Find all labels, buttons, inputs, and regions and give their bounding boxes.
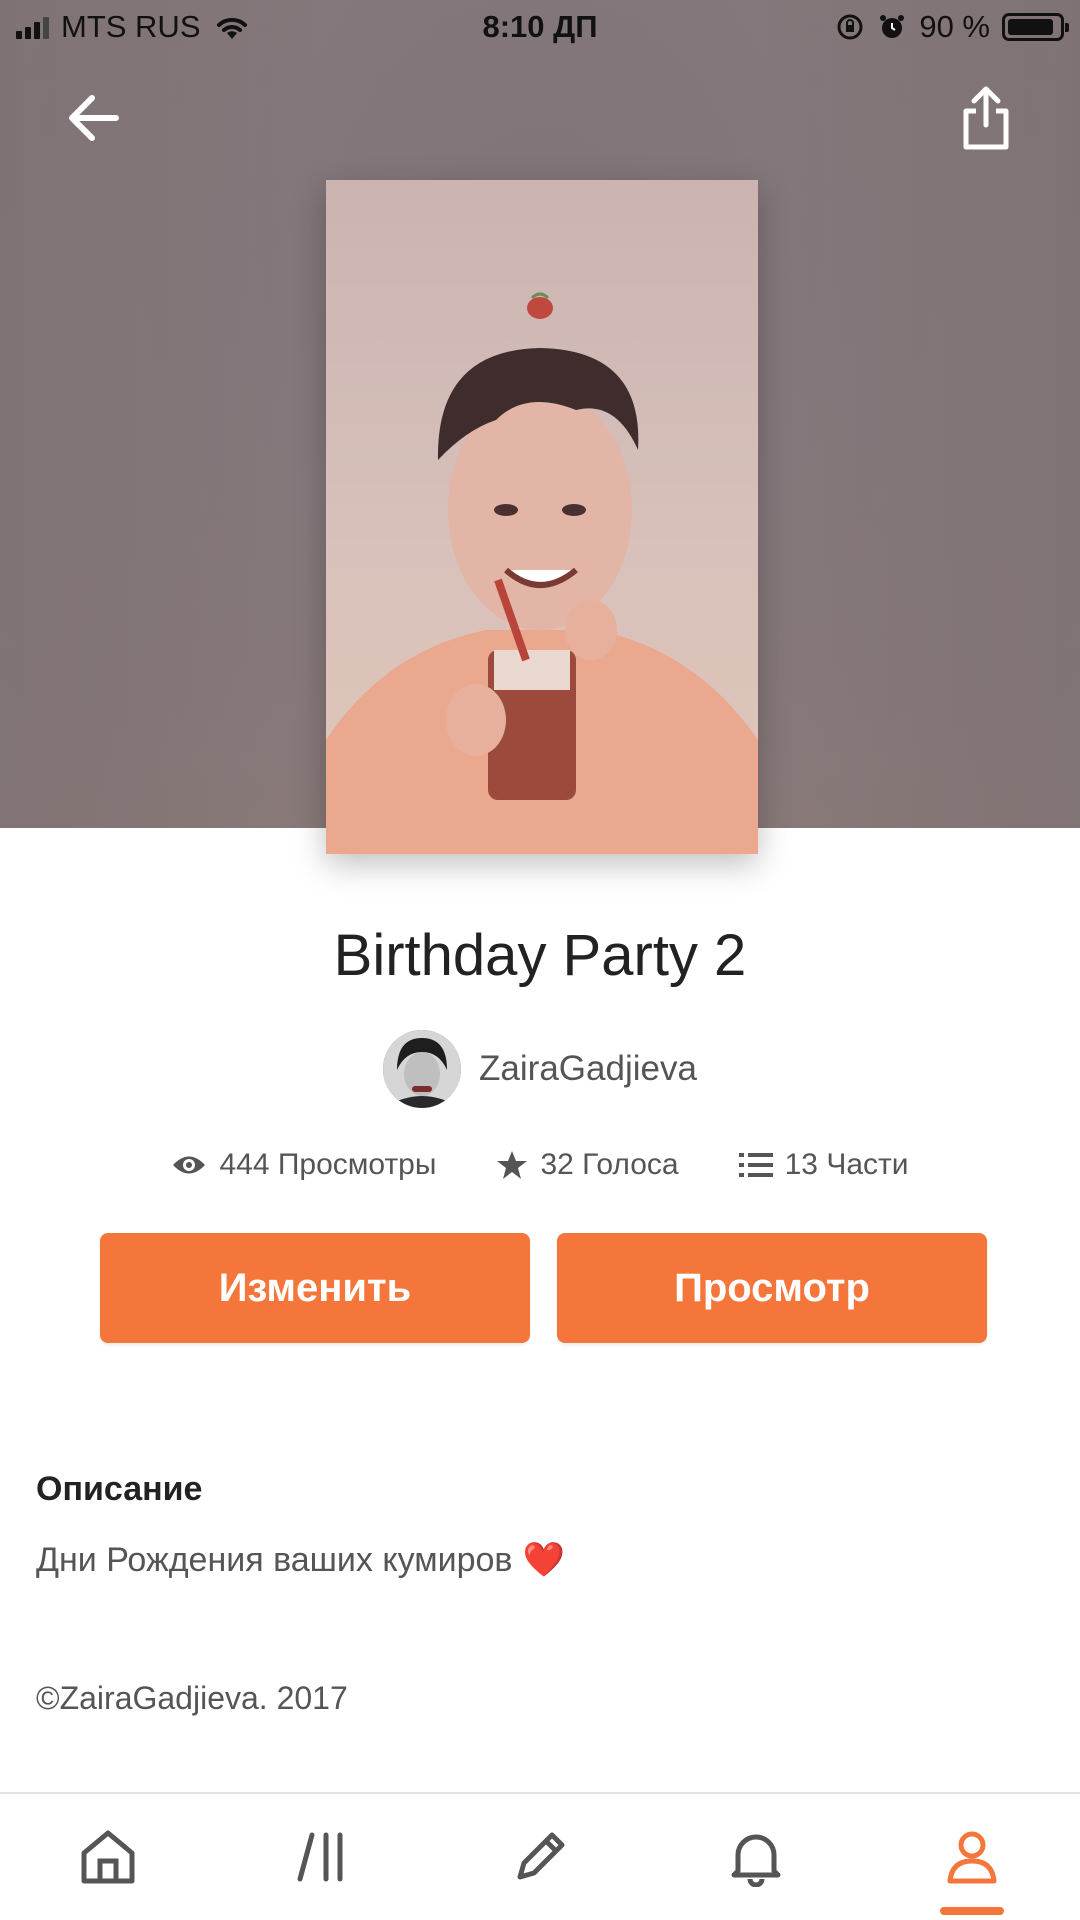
rotation-lock-icon xyxy=(837,14,863,40)
list-icon xyxy=(738,1153,773,1177)
eye-icon xyxy=(173,1156,206,1174)
story-stats: 444 Просмотры 32 Голоса 13 Части xyxy=(0,1148,1080,1182)
bell-icon xyxy=(731,1834,781,1887)
edit-button[interactable]: Изменить xyxy=(100,1233,530,1343)
description-heading: Описание xyxy=(36,1470,203,1508)
home-icon xyxy=(81,1830,135,1884)
signal-icon xyxy=(16,15,49,39)
avatar[interactable] xyxy=(383,1030,462,1108)
tab-library[interactable] xyxy=(264,1807,384,1907)
view-button[interactable]: Просмотр xyxy=(557,1233,987,1343)
active-tab-indicator xyxy=(940,1907,1004,1915)
views-count: 444 Просмотры xyxy=(219,1148,437,1181)
heart-emoji: ❤️ xyxy=(522,1541,565,1579)
carrier-label: MTS RUS xyxy=(61,9,201,44)
tab-write[interactable] xyxy=(480,1807,600,1907)
write-icon xyxy=(517,1832,565,1880)
story-title: Birthday Party 2 xyxy=(333,923,747,988)
story-cover[interactable] xyxy=(326,180,758,854)
bottom-tab-bar xyxy=(0,1792,1080,1920)
share-button[interactable] xyxy=(944,76,1028,160)
cover-image xyxy=(326,292,758,854)
battery-percent: 90 % xyxy=(919,9,990,44)
tab-profile[interactable] xyxy=(912,1807,1032,1915)
tab-notifications[interactable] xyxy=(696,1807,816,1907)
status-right: 90 % xyxy=(835,9,1069,45)
battery-level xyxy=(1008,19,1053,35)
alarm-icon xyxy=(880,15,905,38)
arrow-left-icon xyxy=(69,95,119,141)
profile-icon xyxy=(947,1831,997,1884)
status-bar: MTS RUS 8:10 ДП 90 % xyxy=(0,0,1080,54)
description-text: Дни Рождения ваших кумиров xyxy=(36,1540,513,1579)
author-row[interactable]: ZairaGadjieva xyxy=(0,1030,1080,1108)
views-stat: 444 Просмотры xyxy=(171,1148,436,1182)
back-button[interactable] xyxy=(52,76,136,160)
parts-stat: 13 Части xyxy=(738,1148,909,1182)
star-icon xyxy=(497,1151,528,1179)
copyright-text: ©ZairaGadjieva. 2017 xyxy=(36,1680,348,1716)
share-icon xyxy=(963,86,1009,150)
parts-count: 13 Части xyxy=(784,1148,909,1181)
status-left: MTS RUS xyxy=(16,9,251,45)
votes-count: 32 Голоса xyxy=(540,1148,679,1181)
author-name[interactable]: ZairaGadjieva xyxy=(479,1049,697,1089)
battery-icon xyxy=(1002,13,1069,41)
votes-stat: 32 Голоса xyxy=(496,1148,679,1182)
tab-home[interactable] xyxy=(48,1807,168,1907)
library-icon xyxy=(297,1832,343,1882)
wifi-icon xyxy=(216,17,247,39)
description-text-row: Дни Рождения ваших кумиров ❤️ xyxy=(36,1540,565,1580)
